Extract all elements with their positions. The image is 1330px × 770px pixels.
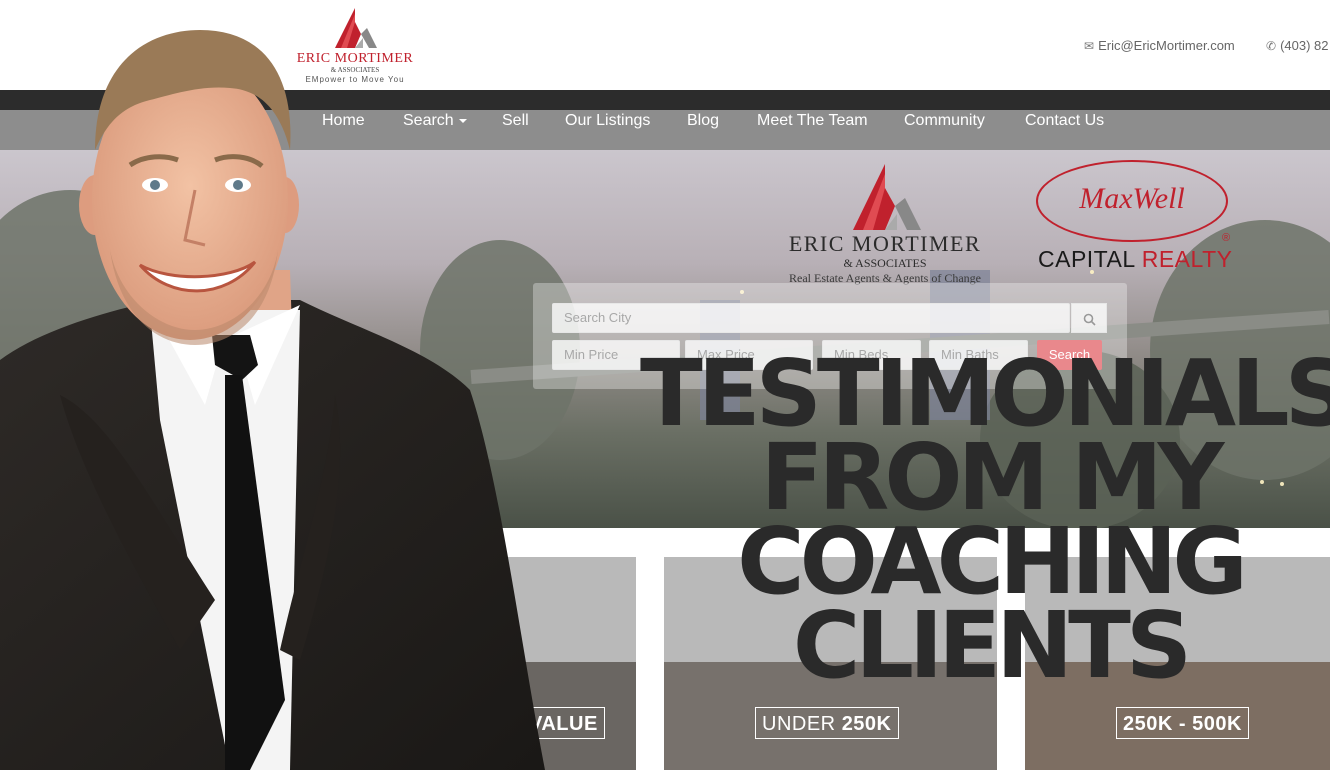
maxwell-name: MaxWell: [1079, 182, 1185, 215]
hero-brand-line-1: ERIC MORTIMER: [788, 231, 982, 256]
contact-phone-link[interactable]: ✆ (403) 82: [1266, 38, 1328, 53]
search-icon[interactable]: [1071, 303, 1107, 333]
registered-mark: ®: [1222, 232, 1231, 244]
nav-item-our-listings[interactable]: Our Listings: [565, 110, 650, 150]
nav-item-meet-the-team[interactable]: Meet The Team: [757, 110, 868, 150]
search-city-input[interactable]: Search City: [552, 303, 1070, 333]
hero-brand-line-2: & ASSOCIATES: [843, 256, 927, 270]
card-label-250k-500k: 250K - 500K: [1116, 707, 1249, 739]
nav-item-blog[interactable]: Blog: [687, 110, 719, 150]
maxwell-capital: CAPITAL: [1038, 246, 1135, 272]
phone-icon: ✆: [1266, 39, 1277, 53]
card-label-amount: 250K: [841, 713, 892, 735]
testimonials-title: TESTIMONIALS FROM MY COACHING CLIENTS: [640, 348, 1330, 699]
presenter-photo: [0, 30, 545, 770]
logo-mark-icon: [853, 164, 921, 230]
card-label-under-250k: UNDER 250K: [755, 707, 899, 739]
contact-phone-text: (403) 82: [1280, 38, 1329, 53]
nav-item-contact-us[interactable]: Contact Us: [1025, 110, 1104, 150]
contact-email-link[interactable]: ✉ Eric@EricMortimer.com: [1084, 38, 1235, 53]
magnifier-icon: [1083, 313, 1096, 326]
card-label-prefix: UNDER: [762, 713, 836, 735]
hero-brand-logo: ERIC MORTIMER & ASSOCIATES Real Estate A…: [780, 164, 990, 286]
title-line-4: CLIENTS: [792, 592, 1192, 699]
envelope-icon: ✉: [1084, 39, 1095, 53]
maxwell-capital-realty: CAPITAL REALTY: [1038, 246, 1232, 273]
contact-email-text: Eric@EricMortimer.com: [1098, 38, 1235, 53]
nav-item-community[interactable]: Community: [904, 110, 985, 150]
maxwell-realty: REALTY: [1141, 246, 1233, 272]
maxwell-logo: MaxWell ® CAPITAL REALTY: [1036, 160, 1236, 280]
